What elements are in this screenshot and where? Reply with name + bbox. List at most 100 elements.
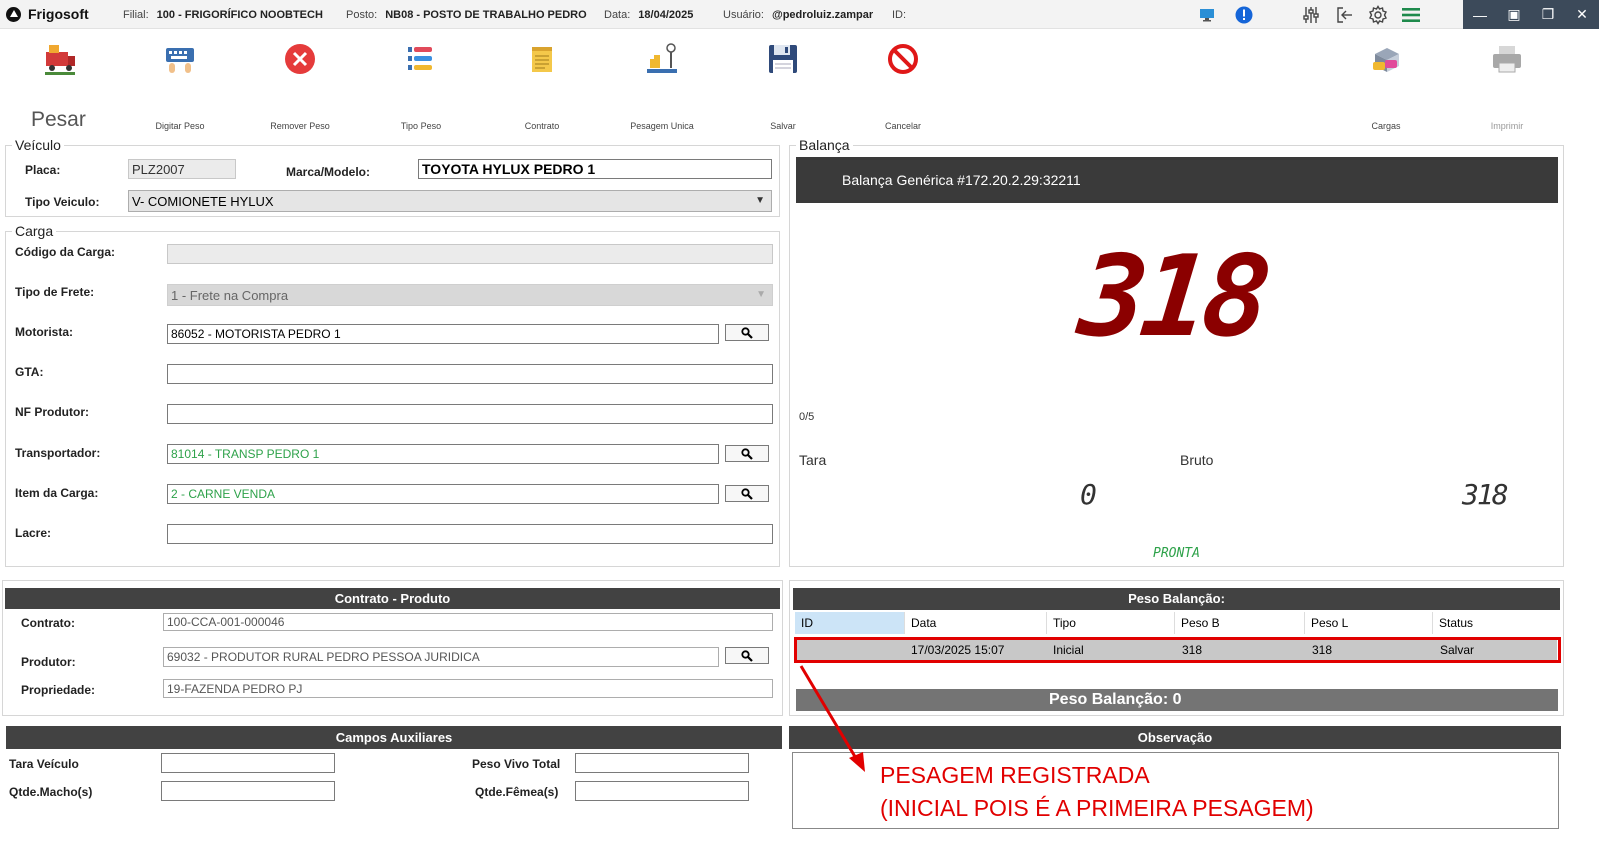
chevron-down-icon: ▼ xyxy=(755,195,765,206)
info-icon[interactable] xyxy=(1234,5,1254,25)
item-carga-field[interactable]: 2 - CARNE VENDA xyxy=(167,484,719,504)
column-header-peso-l[interactable]: Peso L xyxy=(1305,612,1433,634)
scale-icon xyxy=(644,41,680,77)
filial-value: 100 - FRIGORÍFICO NOOBTECH xyxy=(156,9,323,21)
search-icon xyxy=(741,649,753,662)
qtde-machos-label: Qtde.Macho(s) xyxy=(9,785,93,799)
peso-vivo-field[interactable] xyxy=(575,753,749,773)
bruto-label: Bruto xyxy=(1180,452,1214,468)
cancel-icon xyxy=(885,41,921,77)
transportador-search-button[interactable] xyxy=(725,445,769,462)
produtor-label: Produtor: xyxy=(21,655,76,669)
peso-balanca-title: Peso Balanção: xyxy=(793,588,1560,610)
column-header-data[interactable]: Data xyxy=(905,612,1047,634)
nf-produtor-field[interactable] xyxy=(167,404,773,424)
tipo-veiculo-select[interactable]: V- COMIONETE HYLUX ▼ xyxy=(128,190,772,212)
search-icon xyxy=(741,326,753,339)
minimize-icon[interactable]: — xyxy=(1463,0,1497,29)
page-title: Pesar xyxy=(31,108,86,131)
app-window: Frigosoft Filial: 100 - FRIGORÍFICO NOOBT… xyxy=(0,0,1599,860)
produtor-search-button[interactable] xyxy=(725,647,769,664)
imprimir-button[interactable]: Imprimir xyxy=(1447,41,1567,131)
lacre-field[interactable] xyxy=(167,524,773,544)
contrato-label: Contrato xyxy=(524,121,560,131)
placa-field[interactable]: PLZ2007 xyxy=(128,159,236,179)
column-header-status[interactable]: Status xyxy=(1433,612,1560,634)
usuario-value: @pedroluiz.zampar xyxy=(771,9,874,21)
tipo-frete-select[interactable]: 1 - Frete na Compra ▼ xyxy=(167,284,773,306)
remove-icon xyxy=(282,41,318,77)
close-icon[interactable]: ✕ xyxy=(1565,0,1599,29)
contrato-field[interactable]: 100-CCA-001-000046 xyxy=(163,613,773,631)
save-icon xyxy=(765,41,801,77)
item-carga-search-button[interactable] xyxy=(725,485,769,502)
monitor-icon[interactable] xyxy=(1197,5,1217,25)
data-value: 18/04/2025 xyxy=(638,9,694,21)
app-logo-icon xyxy=(6,7,21,22)
window-controls: — ▣ ❐ ✕ xyxy=(1463,0,1599,29)
annotation-line-1: PESAGEM REGISTRADA xyxy=(880,762,1150,788)
data-info: Data: 18/04/2025 xyxy=(604,9,693,21)
cancelar-button[interactable]: Cancelar xyxy=(843,41,963,131)
tara-label: Tara xyxy=(799,452,827,468)
motorista-field[interactable]: 86052 - MOTORISTA PEDRO 1 xyxy=(167,324,719,344)
restore-icon[interactable]: ▣ xyxy=(1497,0,1531,29)
peso-vivo-label: Peso Vivo Total xyxy=(472,757,561,771)
id-label: ID: xyxy=(892,9,907,21)
remover-peso-button[interactable]: Remover Peso xyxy=(240,41,360,131)
digitar-peso-label: Digitar Peso xyxy=(155,121,205,131)
tipo-peso-button[interactable]: Tipo Peso xyxy=(361,41,481,131)
printer-icon xyxy=(1489,41,1525,77)
column-header-id[interactable]: ID xyxy=(795,612,905,634)
salvar-button[interactable]: Salvar xyxy=(723,41,843,131)
transportador-label: Transportador: xyxy=(15,446,101,460)
gear-icon[interactable] xyxy=(1368,5,1388,25)
campos-auxiliares-title: Campos Auxiliares xyxy=(6,726,782,749)
cargas-button[interactable]: Cargas xyxy=(1326,41,1446,131)
qtde-femeas-field[interactable] xyxy=(575,781,749,801)
transportador-field[interactable]: 81014 - TRANSP PEDRO 1 xyxy=(167,444,719,464)
contrato-produto-title: Contrato - Produto xyxy=(5,588,780,609)
data-label: Data: xyxy=(604,9,631,21)
sliders-icon[interactable] xyxy=(1301,5,1321,25)
tipo-veiculo-value: V- COMIONETE HYLUX xyxy=(132,194,274,209)
gta-field[interactable] xyxy=(167,364,773,384)
counter-text: 0/5 xyxy=(799,411,815,423)
tipo-frete-label: Tipo de Frete: xyxy=(15,285,95,299)
peso-balanca-footer-value: 0 xyxy=(1172,691,1182,708)
truck-scale-icon xyxy=(42,41,78,77)
gta-label: GTA: xyxy=(15,365,44,379)
veiculo-title: Veículo xyxy=(12,137,64,153)
propriedade-field[interactable]: 19-FAZENDA PEDRO PJ xyxy=(163,679,773,698)
contrato-button[interactable]: Contrato xyxy=(482,41,602,131)
remover-peso-label: Remover Peso xyxy=(270,121,330,131)
search-icon xyxy=(741,447,753,460)
column-header-peso-b[interactable]: Peso B xyxy=(1175,612,1305,634)
qtde-machos-field[interactable] xyxy=(161,781,335,801)
produtor-field[interactable]: 69032 - PRODUTOR RURAL PEDRO PESSOA JURI… xyxy=(163,647,719,667)
contrato-label: Contrato: xyxy=(21,616,75,630)
posto-label: Posto: xyxy=(346,9,378,21)
status-text: PRONTA xyxy=(1153,546,1200,561)
lacre-label: Lacre: xyxy=(15,526,52,540)
pesagem-unica-button[interactable]: Pesagem Unica xyxy=(602,41,722,131)
tara-veiculo-field[interactable] xyxy=(161,753,335,773)
column-header-tipo[interactable]: Tipo xyxy=(1047,612,1175,634)
digitar-peso-button[interactable]: Digitar Peso xyxy=(120,41,240,131)
tara-veiculo-label: Tara Veículo xyxy=(9,757,79,771)
pesar-button[interactable] xyxy=(0,41,120,77)
carga-group: Carga xyxy=(5,223,780,567)
marca-modelo-field[interactable]: TOYOTA HYLUX PEDRO 1 xyxy=(418,159,772,179)
maximize-icon[interactable]: ❐ xyxy=(1531,0,1565,29)
balanca-title: Balança xyxy=(796,137,853,153)
motorista-search-button[interactable] xyxy=(725,324,769,341)
codigo-carga-field[interactable] xyxy=(167,244,773,264)
logout-icon[interactable] xyxy=(1335,5,1355,25)
list-icon xyxy=(403,41,439,77)
grid-header: ID Data Tipo Peso B Peso L Status xyxy=(795,612,1560,634)
tipo-veiculo-label: Tipo Veiculo: xyxy=(25,195,100,209)
title-bar: Frigosoft Filial: 100 - FRIGORÍFICO NOOBT… xyxy=(0,0,1599,29)
usuario-info: Usuário: @pedroluiz.zampar xyxy=(723,9,873,21)
app-name: Frigosoft xyxy=(28,6,89,22)
menu-icon[interactable] xyxy=(1401,5,1421,25)
